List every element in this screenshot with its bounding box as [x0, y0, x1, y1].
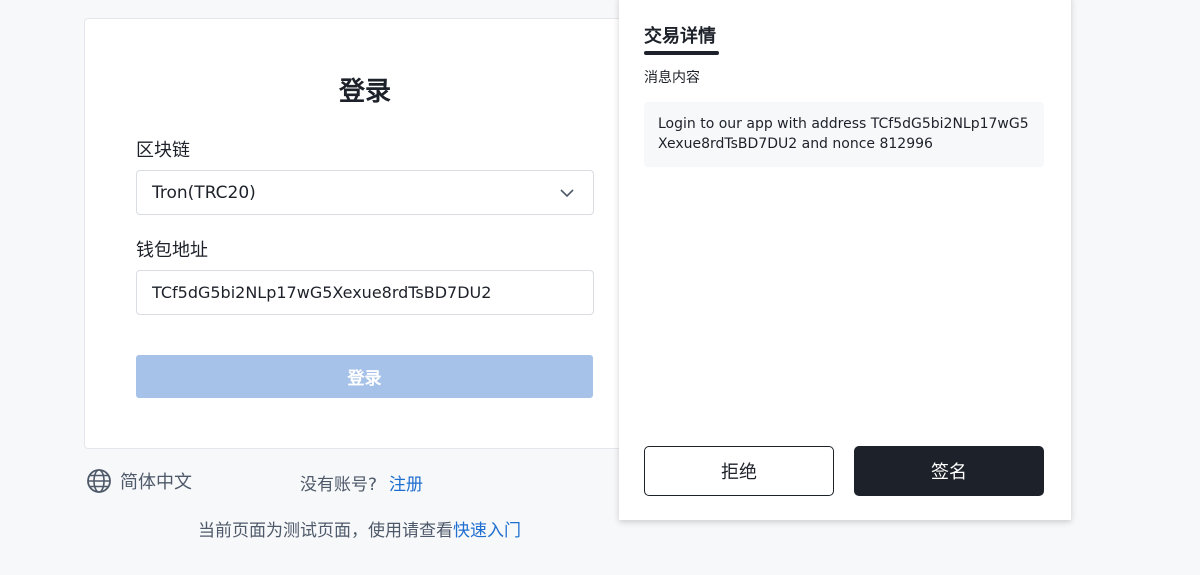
blockchain-label: 区块链	[136, 140, 190, 161]
login-title: 登录	[338, 77, 391, 107]
no-account-text: 没有账号?	[300, 475, 378, 495]
register-link[interactable]: 注册	[389, 475, 423, 495]
language-switcher[interactable]: 简体中文	[86, 468, 192, 494]
language-label: 简体中文	[120, 472, 192, 493]
wallet-address-label: 钱包地址	[136, 240, 208, 261]
quick-start-link[interactable]: 快速入门	[453, 521, 521, 541]
tab-active-indicator	[644, 51, 719, 55]
message-content-box: Login to our app with address TCf5dG5bi2…	[644, 102, 1044, 167]
message-content-label: 消息内容	[644, 70, 700, 86]
globe-icon	[87, 469, 111, 493]
test-notice-text: 当前页面为测试页面，使用请查看	[198, 521, 453, 541]
no-account-prompt: 没有账号? 注册	[300, 470, 423, 495]
chevron-down-icon	[560, 189, 574, 198]
login-card: 登录 区块链 Tron(TRC20) 钱包地址 登录	[84, 18, 644, 449]
tab-transaction-details[interactable]: 交易详情	[644, 22, 716, 48]
sign-button[interactable]: 签名	[854, 446, 1044, 496]
reject-button[interactable]: 拒绝	[644, 446, 834, 496]
test-notice: 当前页面为测试页面，使用请查看快速入门	[198, 516, 521, 541]
blockchain-select[interactable]: Tron(TRC20)	[136, 170, 594, 215]
wallet-address-input[interactable]	[136, 270, 594, 315]
login-button[interactable]: 登录	[136, 355, 593, 398]
transaction-details-panel: 交易详情 消息内容 Login to our app with address …	[619, 0, 1071, 520]
blockchain-select-value: Tron(TRC20)	[152, 183, 256, 203]
